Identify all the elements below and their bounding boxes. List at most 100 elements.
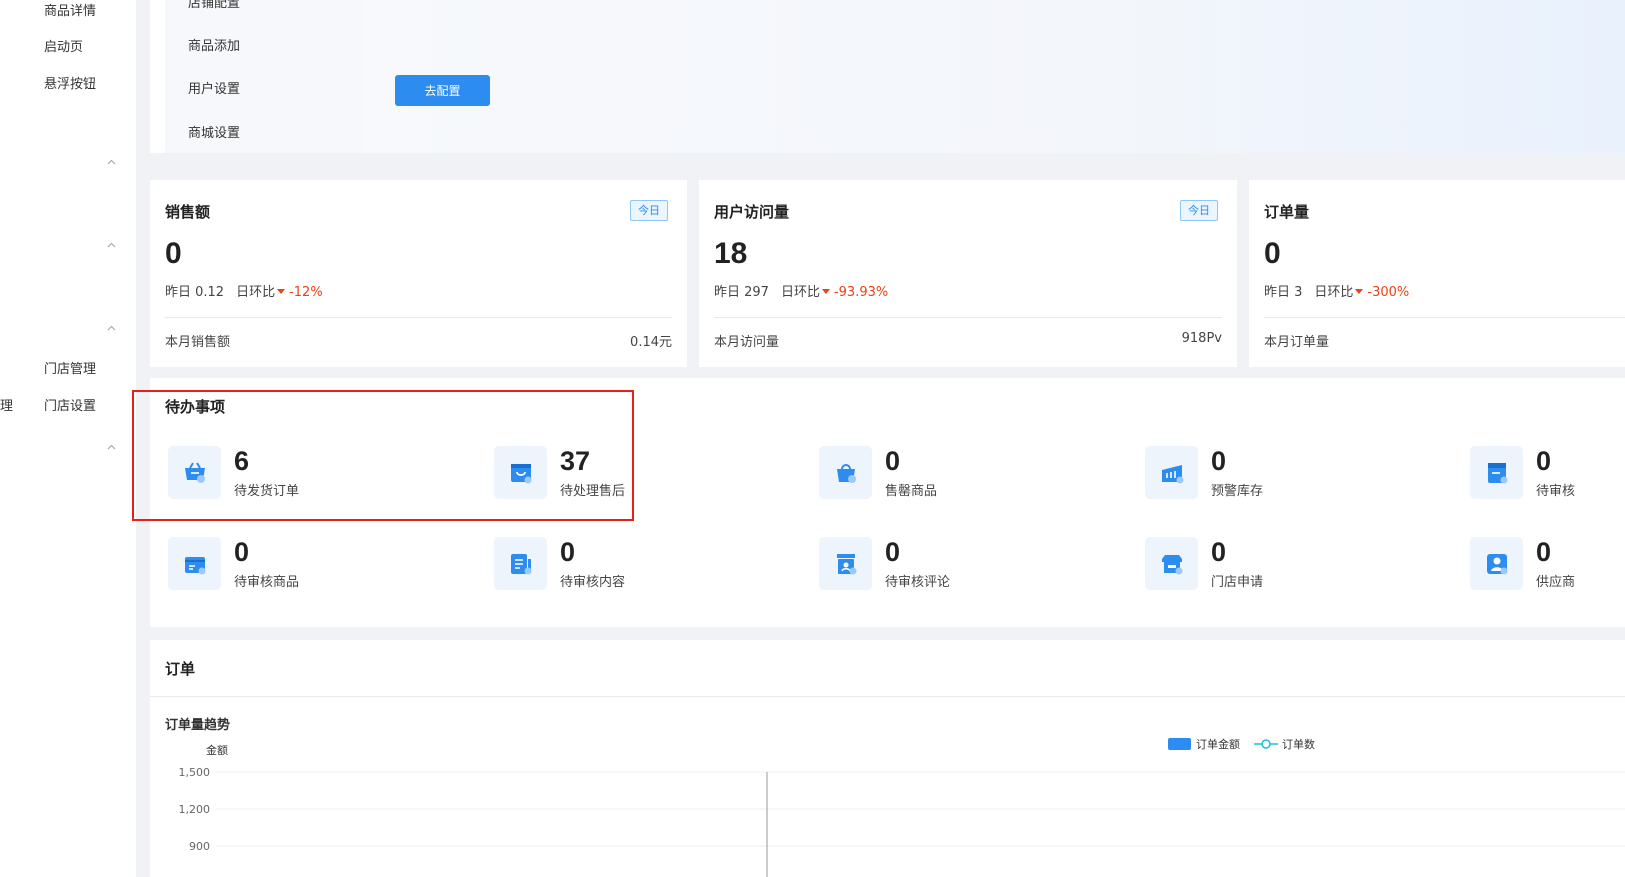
todo-title: 待办事项 [165,398,226,416]
stat-compare: 昨日 0.12 日环比 -12% [165,281,323,300]
sidebar: 商品详情 启动页 悬浮按钮 门店管理 理 门店设置 [0,0,136,877]
todo-item-pending-review[interactable]: 0 待审核 [1470,446,1625,502]
config-menu-item[interactable]: 商品添加 [188,35,240,54]
order-panel: 订单 订单量趋势 金额 订单金额 订单数 1,500 1,200 900 [150,640,1625,877]
y-tick-label: 1,200 [179,803,211,816]
todo-count: 0 [1211,537,1227,567]
stat-compare: 昨日 3 日环比 -300% [1264,281,1409,300]
config-menu: 店铺配置 商品添加 用户设置 商城设置 [165,0,363,153]
todo-count: 0 [1536,537,1552,567]
basket-icon [819,446,872,499]
todo-item-supplier[interactable]: 0 供应商 [1470,537,1625,593]
todo-item-pending-content-review[interactable]: 0 待审核内容 [494,537,794,593]
todo-label: 预警库存 [1211,484,1264,499]
sidebar-item-cut-label[interactable]: 理 [0,395,13,414]
todo-item-pending-aftersale[interactable]: 37 待处理售后 [494,446,794,502]
store-icon [1145,537,1198,590]
todo-label: 待审核商品 [234,575,300,590]
comment-icon [819,537,872,590]
config-menu-item[interactable]: 用户设置 [188,78,240,97]
todo-label: 待审核内容 [560,575,626,590]
document-icon [1470,446,1523,499]
y-axis-label: 金额 [206,743,228,757]
chevron-up-icon[interactable] [107,324,116,333]
stat-title: 用户访问量 [714,203,790,221]
stat-value: 0 [1264,237,1281,270]
monthly-label: 本月访问量 [714,335,780,350]
stat-card-visits: 用户访问量 今日 18 昨日 297 日环比 -93.93% 本月访问量 918Pv [699,180,1237,367]
divider [150,696,1625,697]
warehouse-icon [1145,446,1198,499]
order-title: 订单 [165,660,196,678]
product-box-icon [168,537,221,590]
todo-item-store-application[interactable]: 0 门店申请 [1145,537,1445,593]
todo-count: 6 [234,446,250,476]
todo-item-pending-product-review[interactable]: 0 待审核商品 [168,537,468,593]
config-menu-item[interactable]: 商城设置 [188,122,240,141]
todo-label: 门店申请 [1211,575,1264,590]
legend-item-amount: 订单金额 [1196,737,1240,751]
ratio-value: -12% [289,285,323,300]
y-axis: 1,500 1,200 900 [179,766,1625,853]
stat-card-orders: 订单量 0 昨日 3 日环比 -300% 本月订单量 [1249,180,1625,367]
stat-compare: 昨日 297 日环比 -93.93% [714,281,888,300]
todo-count: 0 [560,537,576,567]
todo-count: 0 [885,446,901,476]
chevron-up-icon[interactable] [107,158,116,167]
down-arrow-icon [277,289,286,294]
chevron-up-icon[interactable] [107,443,116,452]
stat-card-sales: 销售额 今日 0 昨日 0.12 日环比 -12% 本月销售额 0.14元 [150,180,687,367]
monthly-label: 本月销售额 [165,335,231,350]
todo-label: 供应商 [1536,575,1576,590]
divider [165,317,672,318]
bag-icon [494,446,547,499]
y-tick-label: 900 [189,840,210,853]
ratio-value: -93.93% [833,285,889,300]
stat-title: 订单量 [1264,203,1310,221]
chevron-up-icon[interactable] [107,241,116,250]
todo-count: 0 [885,537,901,567]
ratio-label: 日环比 [780,285,820,300]
todo-label: 待审核评论 [885,575,951,590]
yesterday-value: 昨日 0.12 [165,285,225,300]
ratio-label: 日环比 [236,285,276,300]
sidebar-item-product-detail[interactable]: 商品详情 [44,0,96,19]
down-arrow-icon [1355,289,1364,294]
content-icon [494,537,547,590]
ratio-value: -300% [1367,285,1410,300]
todo-count: 37 [560,446,591,476]
config-banner [363,0,1625,153]
todo-item-stock-alert[interactable]: 0 预警库存 [1145,446,1445,502]
divider [714,317,1222,318]
todo-count: 0 [234,537,250,567]
todo-label: 待发货订单 [234,484,300,499]
monthly-value: 918Pv [1181,331,1222,346]
stat-value: 0 [165,237,182,270]
chart-legend[interactable]: 订单金额 订单数 [1168,737,1315,751]
today-badge: 今日 [1180,200,1218,221]
sidebar-item-float-button[interactable]: 悬浮按钮 [44,73,96,92]
todo-label: 待审核 [1536,484,1576,499]
todo-item-pending-comment-review[interactable]: 0 待审核评论 [819,537,1119,593]
yesterday-value: 昨日 297 [714,285,769,300]
stat-value: 18 [714,237,748,270]
supplier-icon [1470,537,1523,590]
monthly-label: 本月订单量 [1264,335,1330,350]
todo-count: 0 [1536,446,1552,476]
todo-item-sold-out[interactable]: 0 售罄商品 [819,446,1119,502]
sidebar-item-store-management[interactable]: 门店管理 [44,358,96,377]
today-badge: 今日 [630,200,668,221]
todo-label: 售罄商品 [885,484,938,499]
config-menu-item[interactable]: 店铺配置 [188,0,240,11]
down-arrow-icon [821,289,830,294]
go-config-button[interactable]: 去配置 [395,75,490,106]
monthly-value: 0.14元 [630,335,672,350]
stat-title: 销售额 [165,203,211,221]
todo-count: 0 [1211,446,1227,476]
sidebar-item-store-settings[interactable]: 门店设置 [44,395,96,414]
sidebar-item-launch-page[interactable]: 启动页 [44,36,83,55]
ratio-label: 日环比 [1314,285,1354,300]
legend-line-marker [1261,739,1271,749]
todo-item-pending-shipment[interactable]: 6 待发货订单 [168,446,468,502]
legend-item-count: 订单数 [1282,738,1315,751]
